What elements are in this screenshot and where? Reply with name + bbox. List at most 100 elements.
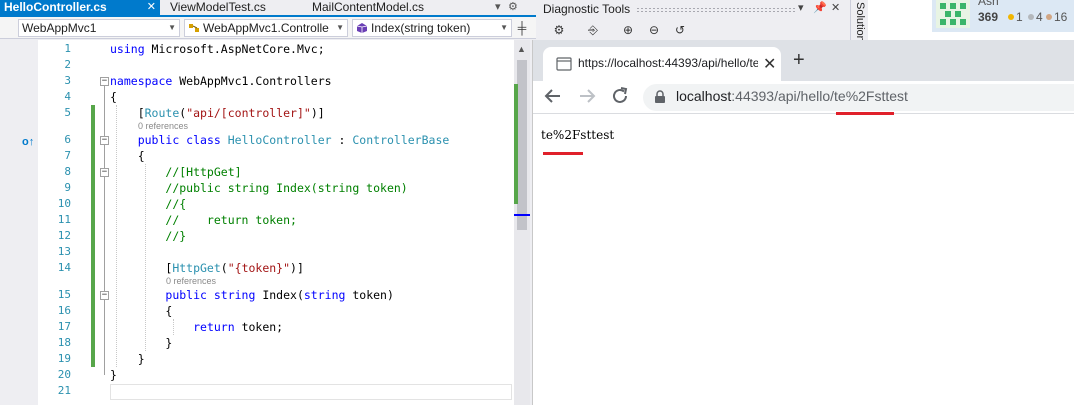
code-text[interactable]: return token; <box>110 319 283 335</box>
code-line[interactable]: 13 <box>0 244 514 260</box>
code-line[interactable]: 7 { <box>0 148 514 164</box>
code-text[interactable]: { <box>110 89 117 105</box>
code-line[interactable]: 17 return token; <box>0 319 514 335</box>
code-line[interactable]: 5 [Route("api/[controller]")] <box>0 105 514 121</box>
chevron-down-icon[interactable]: ▾ <box>495 0 501 15</box>
code-line[interactable]: 11 // return token; <box>0 212 514 228</box>
browser-toolbar: localhost:44393/api/hello/te%2Fsttest <box>533 81 1074 114</box>
code-editor[interactable]: o↑ 1 using Microsoft.AspNetCore.Mvc; 2 3 nam… <box>0 40 514 405</box>
code-text[interactable]: namespace WebAppMvc1.Controllers <box>110 73 332 89</box>
line-number: 2 <box>64 58 71 71</box>
codelens-references[interactable]: 0 references <box>0 121 514 132</box>
code-text[interactable]: //public string Index(string token) <box>110 180 407 196</box>
code-line[interactable]: 2 <box>0 57 514 73</box>
settings-gear-icon[interactable]: ⚙ <box>508 0 518 15</box>
code-line[interactable]: 8 //[HttpGet] <box>0 164 514 180</box>
type-name: WebAppMvc1.Controlle <box>203 21 329 35</box>
close-icon[interactable]: ✕ <box>831 1 840 14</box>
fold-outline <box>104 177 105 236</box>
code-text[interactable]: [Route("api/[controller]")] <box>110 105 325 121</box>
member-dropdown[interactable]: Index(string token) ▼ <box>352 19 512 37</box>
code-line[interactable]: 10 //{ <box>0 196 514 212</box>
line-number: 19 <box>57 352 71 365</box>
reload-icon[interactable] <box>608 84 632 108</box>
code-line[interactable]: 16 { <box>0 303 514 319</box>
bronze-count: 16 <box>1054 10 1068 24</box>
code-line[interactable]: 21 <box>0 383 514 399</box>
tab-viewmodeltest[interactable]: ViewModelTest.cs <box>166 0 306 15</box>
code-line[interactable]: 20} <box>0 367 514 383</box>
code-text[interactable]: } <box>110 335 172 351</box>
back-arrow-icon[interactable] <box>541 84 565 108</box>
url-highlight-underline <box>836 112 894 115</box>
code-line[interactable]: 18 } <box>0 335 514 351</box>
code-line[interactable]: 3 namespace WebAppMvc1.Controllers <box>0 73 514 89</box>
code-line[interactable]: 6 public class HelloController : Control… <box>0 132 514 148</box>
line-number: 15 <box>57 288 71 301</box>
indent-guide <box>116 105 117 367</box>
gold-badge-count: 1 <box>1008 10 1023 24</box>
code-text[interactable]: public class HelloController : Controlle… <box>110 132 450 148</box>
collapse-toggle[interactable]: − <box>100 77 109 86</box>
zoom-out-icon[interactable]: ⊖ <box>647 23 661 37</box>
lock-icon[interactable] <box>653 90 667 104</box>
collapse-toggle[interactable]: − <box>100 291 109 300</box>
code-text[interactable]: //{ <box>110 196 186 212</box>
code-text[interactable]: // return token; <box>110 212 297 228</box>
code-line[interactable]: 1 using Microsoft.AspNetCore.Mvc; <box>0 41 514 57</box>
code-line[interactable]: 9 //public string Index(string token) <box>0 180 514 196</box>
code-text[interactable]: public string Index(string token) <box>110 287 394 303</box>
code-line[interactable]: 14 [HttpGet("{token}")] <box>0 260 514 276</box>
page-icon <box>556 57 572 71</box>
browser-tab-bar: https://localhost:44393/api/hello/te%2Fs… <box>533 40 1074 81</box>
silver-count: 4 <box>1036 10 1043 24</box>
zoom-in-icon[interactable]: ⊕ <box>621 23 635 37</box>
new-tab-plus-icon[interactable]: + <box>793 49 805 72</box>
tab-mailcontentmodel[interactable]: MailContentModel.cs <box>308 0 468 15</box>
reset-zoom-icon[interactable]: ↺ <box>673 23 687 37</box>
code-text[interactable]: } <box>110 367 117 383</box>
address-bar[interactable]: localhost:44393/api/hello/te%2Fsttest <box>643 84 1074 111</box>
line-number: 6 <box>64 133 71 146</box>
tab-label: HelloController.cs <box>4 0 107 14</box>
code-text[interactable]: using Microsoft.AspNetCore.Mvc; <box>110 41 325 57</box>
settings-gear-icon[interactable]: ⚙ <box>552 23 566 37</box>
user-profile-card[interactable]: Ash 369 1 4 16 <box>932 0 1074 32</box>
code-text[interactable]: //} <box>110 228 186 244</box>
close-icon[interactable]: ✕ <box>763 54 776 74</box>
code-line[interactable]: 12 //} <box>0 228 514 244</box>
line-number: 5 <box>64 106 71 119</box>
code-line[interactable]: 4{ <box>0 89 514 105</box>
pin-icon[interactable]: 📌 <box>813 1 827 14</box>
code-text[interactable]: { <box>110 303 172 319</box>
codelens-label[interactable]: 0 references <box>166 276 216 287</box>
browser-tab[interactable]: https://localhost:44393/api/hello/te%2Fs… <box>543 47 781 81</box>
type-dropdown[interactable]: WebAppMvc1.Controlle ▼ <box>184 19 348 37</box>
split-window-icon[interactable]: ╪ <box>514 17 530 39</box>
drag-handle[interactable] <box>636 7 796 13</box>
code-text[interactable]: [HttpGet("{token}")] <box>110 260 304 276</box>
forward-arrow-icon[interactable] <box>575 84 599 108</box>
solution-explorer-label: Solution <box>854 2 866 42</box>
project-dropdown[interactable]: WebAppMvc1 ▼ <box>18 19 180 37</box>
code-text[interactable]: //[HttpGet] <box>110 164 241 180</box>
change-marker <box>514 84 518 204</box>
solution-explorer-tab[interactable]: Solution <box>850 0 868 42</box>
vertical-scrollbar[interactable]: ▲ <box>514 40 530 405</box>
line-number: 7 <box>64 149 71 162</box>
scroll-up-icon[interactable]: ▲ <box>517 44 526 54</box>
close-icon[interactable]: ✕ <box>147 0 156 15</box>
line-number: 8 <box>64 165 71 178</box>
code-line[interactable]: 19 } <box>0 351 514 367</box>
code-line[interactable]: 15 public string Index(string token) <box>0 287 514 303</box>
tab-hellocontroller[interactable]: HelloController.cs ✕ <box>0 0 160 15</box>
page-body-text: te%2Fsttest <box>541 128 615 142</box>
select-tools-icon[interactable]: ⎆ <box>586 23 600 37</box>
codelens-label[interactable]: 0 references <box>138 121 188 132</box>
chevron-down-icon[interactable]: ▾ <box>798 1 804 14</box>
codelens-references[interactable]: 0 references <box>0 276 514 287</box>
collapse-toggle[interactable]: − <box>100 168 109 177</box>
collapse-toggle[interactable]: − <box>100 136 109 145</box>
diagnostic-tools-title: Diagnostic Tools <box>543 2 631 16</box>
scrollbar-thumb[interactable] <box>517 60 527 230</box>
